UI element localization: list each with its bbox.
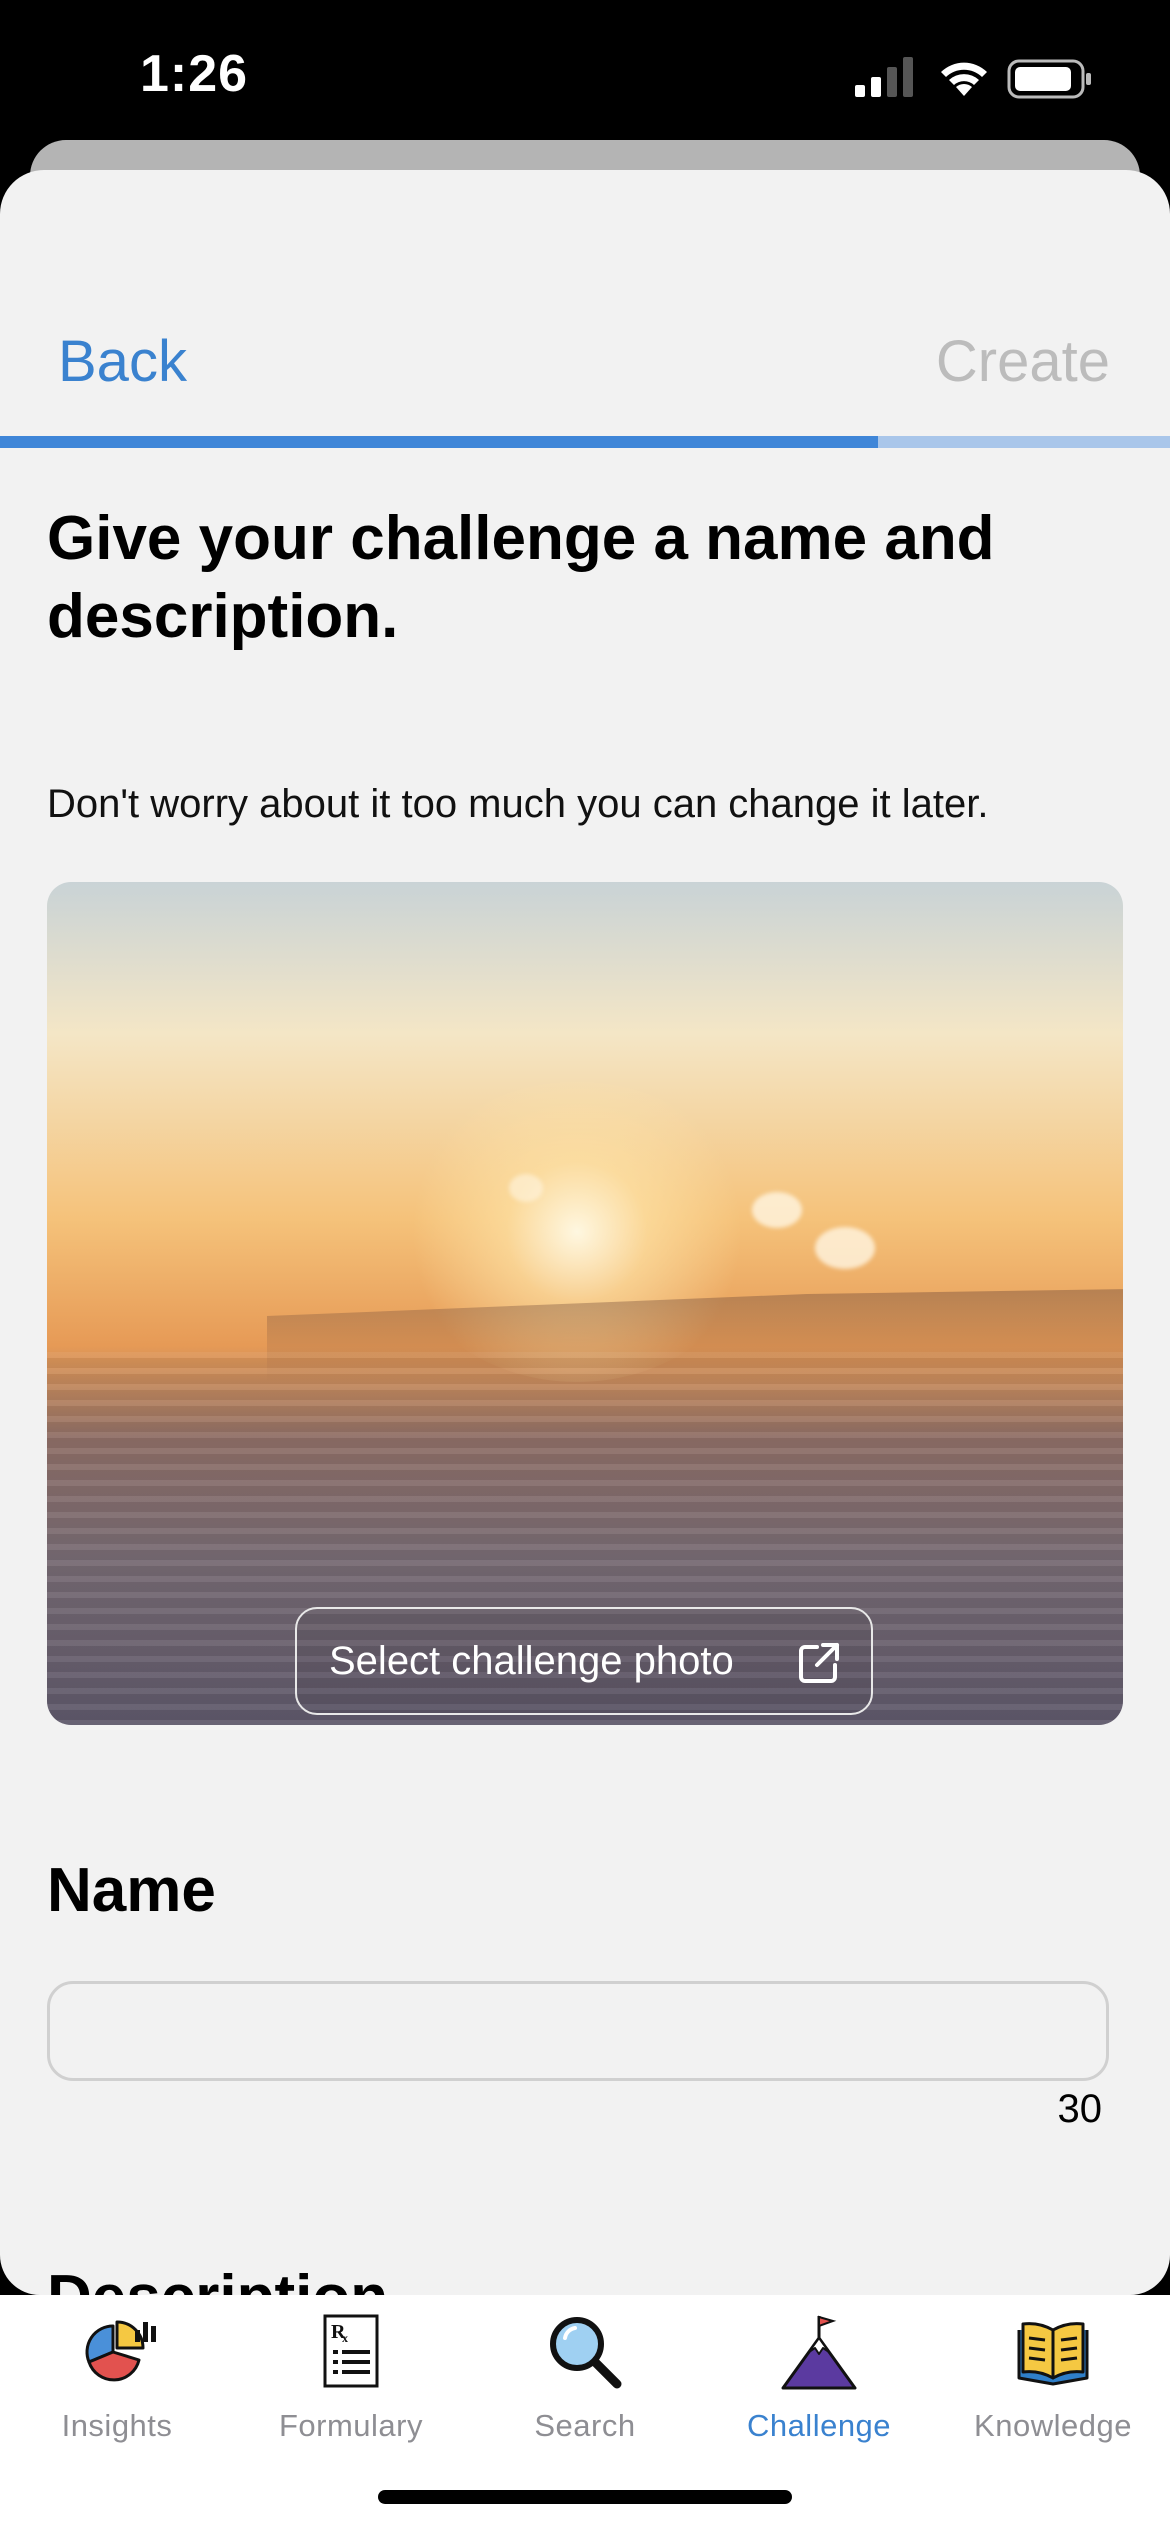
challenge-photo[interactable]	[47, 882, 1123, 1725]
progress-bar	[0, 436, 1170, 448]
pie-chart-icon	[85, 2320, 156, 2382]
battery-icon	[1007, 59, 1091, 99]
tab-insights[interactable]: Insights	[0, 2295, 234, 2455]
home-indicator[interactable]	[378, 2490, 792, 2504]
back-button[interactable]: Back	[58, 328, 187, 395]
tab-label: Challenge	[746, 2408, 892, 2443]
select-photo-button[interactable]: Select challenge photo	[295, 1607, 873, 1715]
magnifier-icon	[550, 2317, 622, 2389]
cellular-signal-icon	[855, 57, 913, 97]
select-photo-label: Select challenge photo	[329, 1638, 734, 1683]
mountain-flag-icon	[781, 2315, 857, 2390]
svg-text:x: x	[342, 2331, 348, 2345]
prescription-icon: R x	[323, 2314, 379, 2388]
tab-challenge[interactable]: Challenge	[702, 2295, 936, 2455]
name-input[interactable]	[47, 1981, 1109, 2081]
wifi-icon	[941, 62, 987, 96]
description-label: Description	[47, 2262, 388, 2295]
tab-formulary[interactable]: R x Formulary	[234, 2295, 468, 2455]
photo-flare	[509, 1174, 543, 1202]
status-time: 1:26	[140, 45, 249, 103]
tab-label: Search	[534, 2408, 636, 2443]
create-button[interactable]: Create	[936, 328, 1110, 395]
name-label: Name	[47, 1856, 216, 1925]
book-icon	[1017, 2322, 1089, 2386]
status-bar: 1:26	[0, 0, 1170, 150]
name-character-counter: 30	[1057, 2087, 1103, 2131]
page-subtitle: Don't worry about it too much you can ch…	[47, 782, 989, 826]
tab-search[interactable]: Search	[468, 2295, 702, 2455]
tab-knowledge[interactable]: Knowledge	[936, 2295, 1170, 2455]
photo-flare	[815, 1227, 875, 1269]
page-title: Give your challenge a name and descripti…	[47, 504, 995, 651]
create-challenge-sheet: Back Create Give your challenge a name a…	[0, 170, 1170, 2295]
tab-label: Knowledge	[974, 2408, 1132, 2443]
photo-flare	[752, 1192, 802, 1228]
external-link-icon	[799, 1643, 839, 1683]
tab-label: Formulary	[278, 2408, 423, 2443]
progress-fill	[0, 436, 878, 448]
tab-label: Insights	[61, 2408, 173, 2443]
